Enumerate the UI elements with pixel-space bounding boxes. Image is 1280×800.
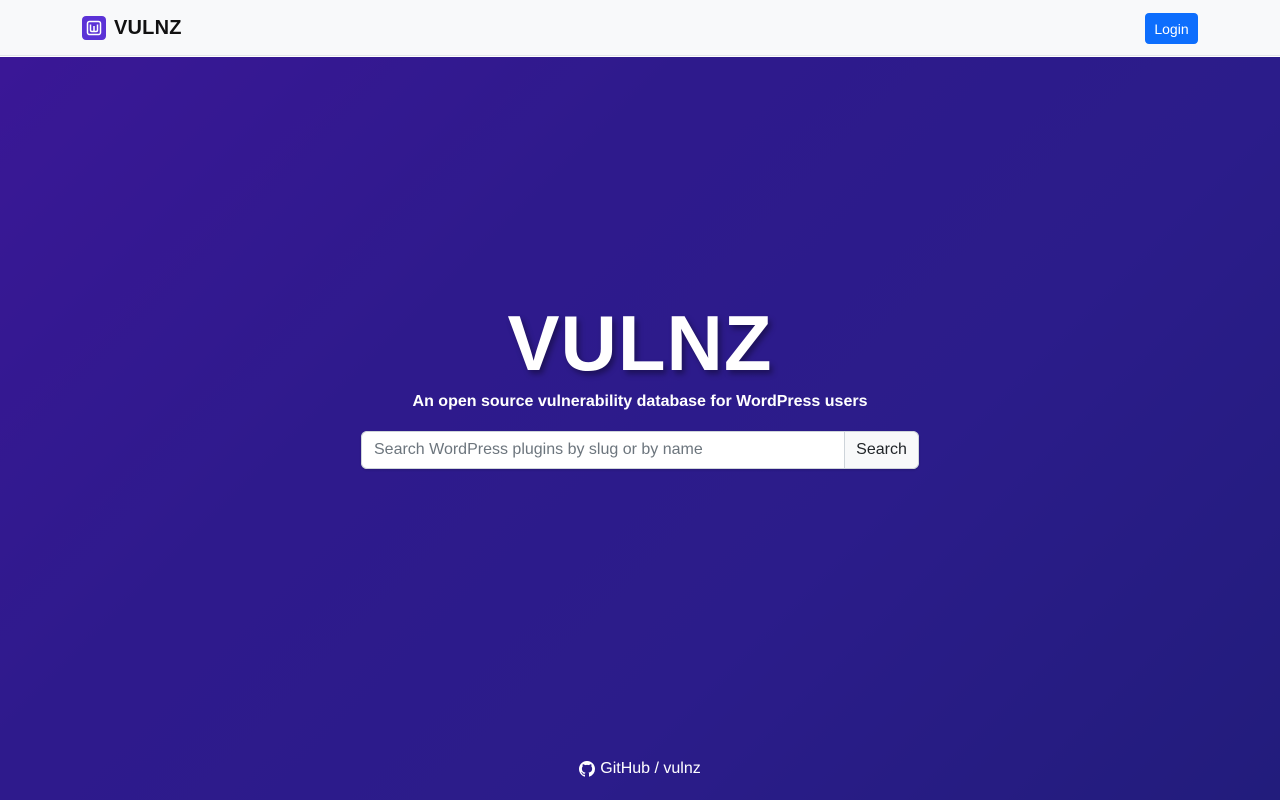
plugin-search-input[interactable] [361,431,844,469]
vulnz-logo-icon [82,16,106,40]
hero-section: VULNZ An open source vulnerability datab… [0,57,1280,800]
brand-link[interactable]: VULNZ [82,16,182,40]
hero-title: VULNZ [507,299,773,387]
github-link-text: GitHub / vulnz [600,760,701,777]
login-button[interactable]: Login [1145,13,1198,44]
hero-subtitle: An open source vulnerability database fo… [412,393,868,410]
github-link[interactable]: GitHub / vulnz [0,760,1280,778]
brand-name: VULNZ [114,16,182,39]
top-navbar: VULNZ Login [0,0,1280,56]
github-icon [579,761,596,777]
plugin-search-form: Search [361,431,919,469]
search-button[interactable]: Search [844,431,919,469]
